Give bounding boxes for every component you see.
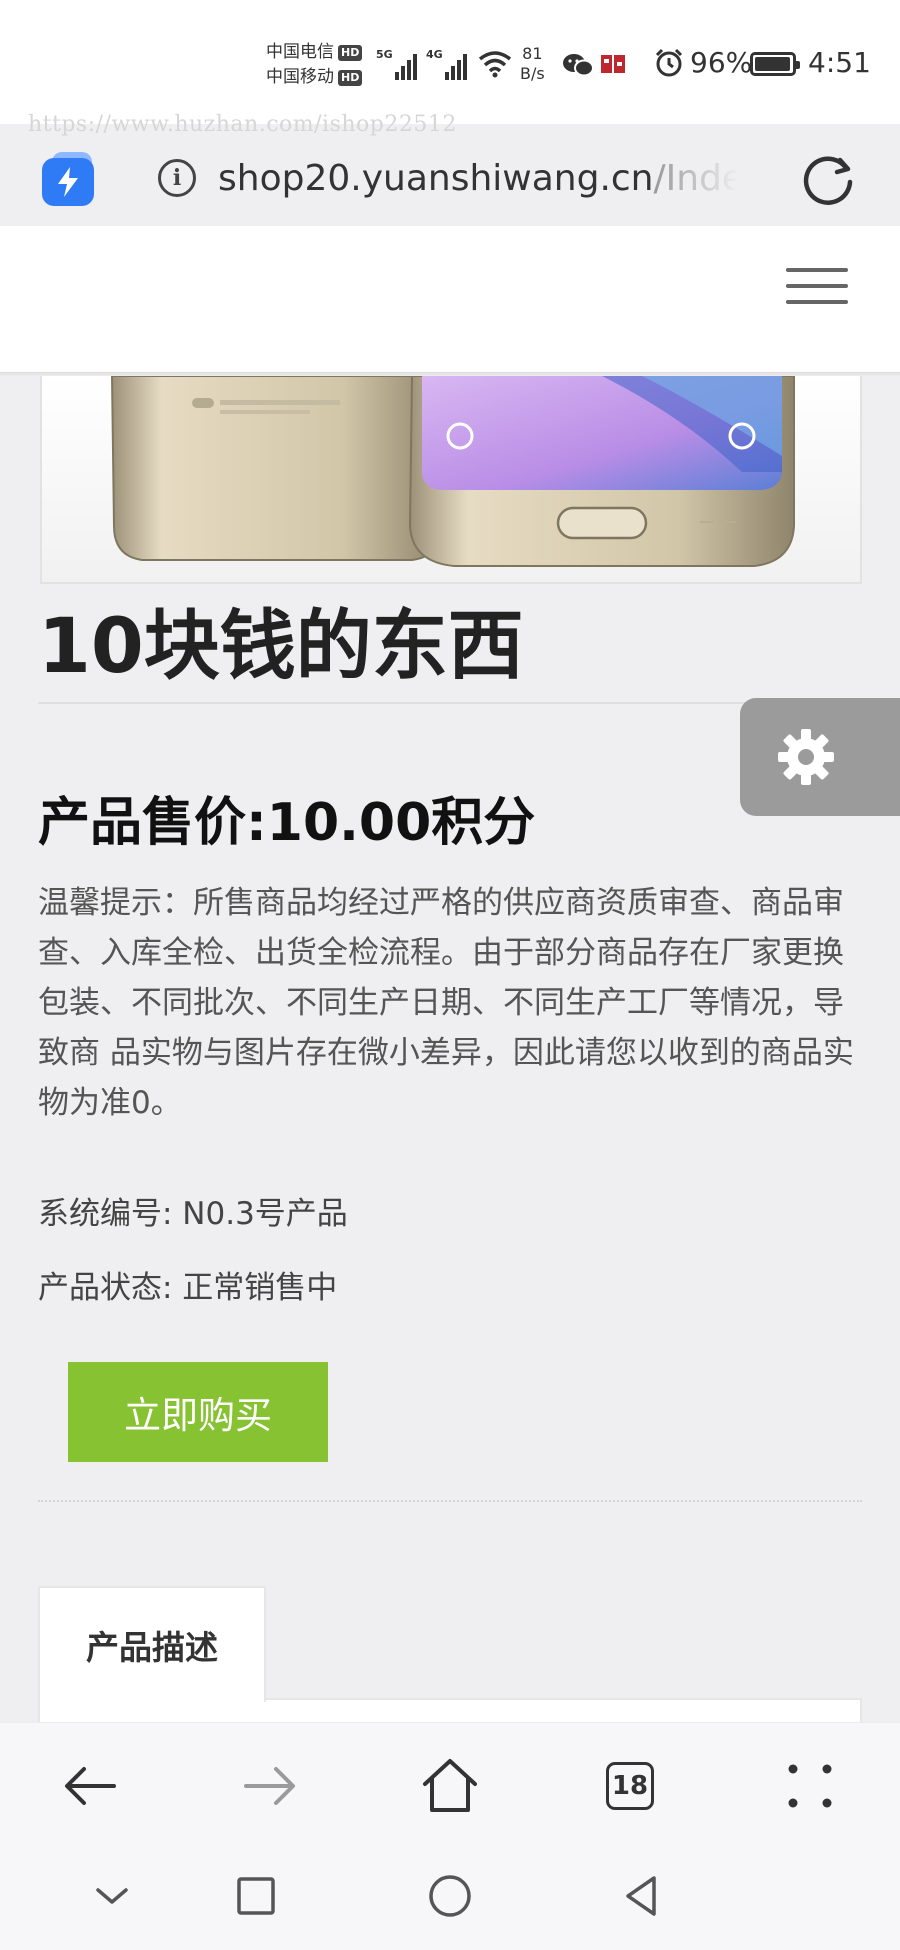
signal-4g-icon: 4G	[426, 48, 469, 80]
tab-product-description[interactable]: 产品描述	[38, 1586, 266, 1702]
dotted-divider	[38, 1500, 862, 1502]
signal-5g-icon: 5G	[376, 48, 419, 80]
watermark-text: https://www.huzhan.com/ishop22512	[28, 112, 457, 137]
lightning-bolt-icon	[58, 167, 78, 197]
tabs-count-button[interactable]: 18	[606, 1762, 654, 1810]
circle-icon[interactable]	[422, 1868, 478, 1924]
product-notice: 温馨提示：所售商品均经过严格的供应商资质审查、商品审查、入库全检、出货全检流程。…	[38, 885, 854, 1121]
hd-badge: HD	[338, 69, 363, 86]
battery-percent: 96%	[690, 46, 753, 79]
alarm-icon	[655, 48, 683, 77]
chevron-down-icon[interactable]	[84, 1868, 140, 1924]
wifi-icon	[478, 51, 512, 78]
info-icon[interactable]: i	[158, 159, 196, 197]
divider	[38, 702, 862, 704]
home-icon[interactable]	[420, 1756, 480, 1816]
url-path: /Inde	[653, 157, 739, 199]
battery-fill	[755, 57, 791, 71]
arrow-right-icon[interactable]	[240, 1756, 300, 1816]
arrow-left-icon[interactable]	[60, 1756, 120, 1816]
mail-app-icon	[601, 55, 625, 73]
product-status: 产品状态: 正常销售中	[38, 1270, 338, 1306]
address-bar[interactable]: i shop20.yuanshiwang.cn/Inde	[132, 130, 758, 226]
carrier-2: 中国移动	[266, 67, 334, 87]
buy-now-button[interactable]: 立即购买	[68, 1362, 328, 1462]
hd-badge: HD	[338, 44, 363, 61]
url-text[interactable]: shop20.yuanshiwang.cn/Inde	[218, 158, 738, 199]
square-icon[interactable]	[228, 1868, 284, 1924]
net-speed: 81 B/s	[520, 44, 545, 83]
hamburger-menu-icon[interactable]	[786, 268, 848, 308]
refresh-icon[interactable]	[800, 152, 856, 208]
wechat-icon	[563, 54, 594, 77]
browser-app-icon[interactable]	[42, 152, 94, 206]
four-dots-icon[interactable]	[780, 1756, 840, 1816]
battery-icon	[750, 52, 800, 76]
gear-icon	[778, 729, 834, 785]
phone-illustration	[42, 376, 860, 582]
clock: 4:51	[808, 46, 871, 79]
url-domain: shop20.yuanshiwang.cn	[218, 157, 654, 199]
product-price: 产品售价:10.00积分	[38, 793, 536, 853]
carrier-info: 中国电信 HD 中国移动 HD	[266, 40, 363, 90]
product-image	[40, 376, 862, 584]
triangle-back-icon[interactable]	[614, 1868, 670, 1924]
system-number: 系统编号: N0.3号产品	[38, 1196, 348, 1232]
product-title: 10块钱的东西	[38, 601, 524, 690]
settings-floating-button[interactable]	[740, 698, 900, 816]
site-header	[0, 226, 900, 374]
carrier-1: 中国电信	[266, 42, 334, 62]
